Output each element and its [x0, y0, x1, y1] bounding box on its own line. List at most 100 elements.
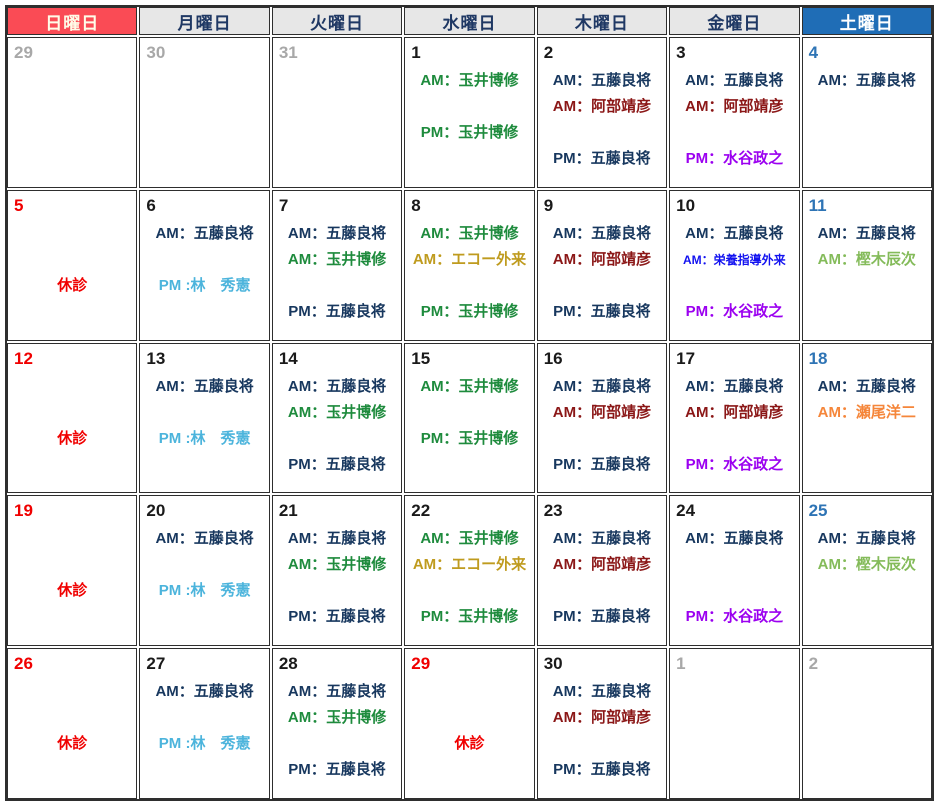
day-cell: 5休診: [7, 190, 137, 341]
day-number: 8: [405, 194, 533, 221]
empty-slot: [803, 426, 931, 452]
day-cell: 25AM：五藤良将AM：樫木辰次: [802, 495, 932, 646]
schedule-entry: PM：五藤良将: [538, 452, 666, 478]
day-cell: 18AM：五藤良将AM：瀬尾洋二: [802, 343, 932, 494]
day-number: 16: [538, 347, 666, 374]
day-number: 7: [273, 194, 401, 221]
day-number: 25: [803, 499, 931, 526]
schedule-entry: AM：玉井博修: [273, 705, 401, 731]
day-cell: 14AM：五藤良将AM：玉井博修 PM：五藤良将: [272, 343, 402, 494]
empty-slot: [140, 757, 268, 783]
schedule-entry: AM：五藤良将: [140, 679, 268, 705]
schedule-entry: PM：玉井博修: [405, 120, 533, 146]
schedule-entry: AM：玉井博修: [405, 374, 533, 400]
schedule-entry: AM：栄養指導外来: [670, 247, 798, 273]
day-cell: 19休診: [7, 495, 137, 646]
schedule-entry: AM：五藤良将: [273, 526, 401, 552]
schedule-entry: AM：五藤良将: [273, 679, 401, 705]
empty-slot: [670, 679, 798, 705]
day-number: 14: [273, 347, 401, 374]
empty-slot: [140, 146, 268, 172]
empty-slot: [405, 705, 533, 731]
header-day-wednesday: 水曜日: [404, 7, 534, 35]
day-cell: 29休診: [404, 648, 534, 799]
day-number: 17: [670, 347, 798, 374]
day-cell: 24AM：五藤良将PM：水谷政之: [669, 495, 799, 646]
day-number: 1: [405, 41, 533, 68]
schedule-entry: AM：阿部靖彦: [670, 94, 798, 120]
day-number: 20: [140, 499, 268, 526]
schedule-entry: AM：樫木辰次: [803, 247, 931, 273]
schedule-entry: AM：五藤良将: [273, 374, 401, 400]
schedule-entry: AM：エコー外来: [405, 247, 533, 273]
schedule-entry: PM：玉井博修: [405, 426, 533, 452]
day-cell: 1: [669, 648, 799, 799]
empty-slot: [8, 604, 136, 630]
empty-slot: [670, 552, 798, 578]
empty-slot: [803, 273, 931, 299]
day-cell: 20AM：五藤良将 PM :林 秀憲: [139, 495, 269, 646]
schedule-entry: AM：五藤良将: [273, 221, 401, 247]
schedule-entry: AM：玉井博修: [273, 247, 401, 273]
empty-slot: [273, 68, 401, 94]
schedule-entry: PM：玉井博修: [405, 604, 533, 630]
empty-slot: [803, 452, 931, 478]
day-number: 28: [273, 652, 401, 679]
day-cell: 7AM：五藤良将AM：玉井博修 PM：五藤良将: [272, 190, 402, 341]
day-number: 9: [538, 194, 666, 221]
schedule-entry: PM：五藤良将: [538, 299, 666, 325]
header-day-thursday: 木曜日: [537, 7, 667, 35]
schedule-entry: AM：五藤良将: [538, 374, 666, 400]
schedule-entry: 休診: [8, 731, 136, 757]
empty-slot: [405, 452, 533, 478]
schedule-entry: AM：五藤良将: [803, 221, 931, 247]
day-number: 21: [273, 499, 401, 526]
schedule-entry: AM：五藤良将: [538, 221, 666, 247]
empty-slot: [803, 299, 931, 325]
empty-slot: [538, 578, 666, 604]
day-number: 30: [538, 652, 666, 679]
day-cell: 26 休診: [7, 648, 137, 799]
schedule-entry: PM：水谷政之: [670, 146, 798, 172]
day-number: 2: [803, 652, 931, 679]
day-number: 30: [140, 41, 268, 68]
day-number: 12: [8, 347, 136, 374]
day-cell: 28AM：五藤良将AM：玉井博修PM：五藤良将: [272, 648, 402, 799]
day-cell: 3AM：五藤良将AM：阿部靖彦 PM：水谷政之: [669, 37, 799, 188]
day-cell: 30: [139, 37, 269, 188]
day-number: 2: [538, 41, 666, 68]
day-number: 3: [670, 41, 798, 68]
schedule-entry: AM：五藤良将: [140, 221, 268, 247]
empty-slot: [670, 273, 798, 299]
day-cell: 4AM：五藤良将: [802, 37, 932, 188]
schedule-entry: PM：五藤良将: [273, 452, 401, 478]
empty-slot: [273, 273, 401, 299]
empty-slot: [8, 146, 136, 172]
empty-slot: [803, 120, 931, 146]
schedule-entry: AM：五藤良将: [140, 526, 268, 552]
schedule-entry: AM：五藤良将: [803, 68, 931, 94]
schedule-entry: AM：五藤良将: [670, 68, 798, 94]
empty-slot: [670, 120, 798, 146]
header-day-tuesday: 火曜日: [272, 7, 402, 35]
day-cell: 9AM：五藤良将AM：阿部靖彦PM：五藤良将: [537, 190, 667, 341]
empty-slot: [273, 94, 401, 120]
empty-slot: [803, 94, 931, 120]
empty-slot: [140, 299, 268, 325]
empty-slot: [8, 221, 136, 247]
schedule-entry: PM：五藤良将: [273, 299, 401, 325]
day-number: 1: [670, 652, 798, 679]
schedule-entry: AM：玉井博修: [273, 400, 401, 426]
schedule-entry: PM：玉井博修: [405, 299, 533, 325]
day-cell: 2: [802, 648, 932, 799]
schedule-entry: PM：五藤良将: [538, 757, 666, 783]
empty-slot: [8, 526, 136, 552]
schedule-entry: AM：阿部靖彦: [538, 552, 666, 578]
header-day-monday: 月曜日: [139, 7, 269, 35]
day-number: 26: [8, 652, 136, 679]
day-cell: 8AM：玉井博修AM：エコー外来PM：玉井博修: [404, 190, 534, 341]
day-number: 31: [273, 41, 401, 68]
empty-slot: [670, 426, 798, 452]
schedule-entry: PM :林 秀憲: [140, 578, 268, 604]
schedule-entry: PM :林 秀憲: [140, 426, 268, 452]
